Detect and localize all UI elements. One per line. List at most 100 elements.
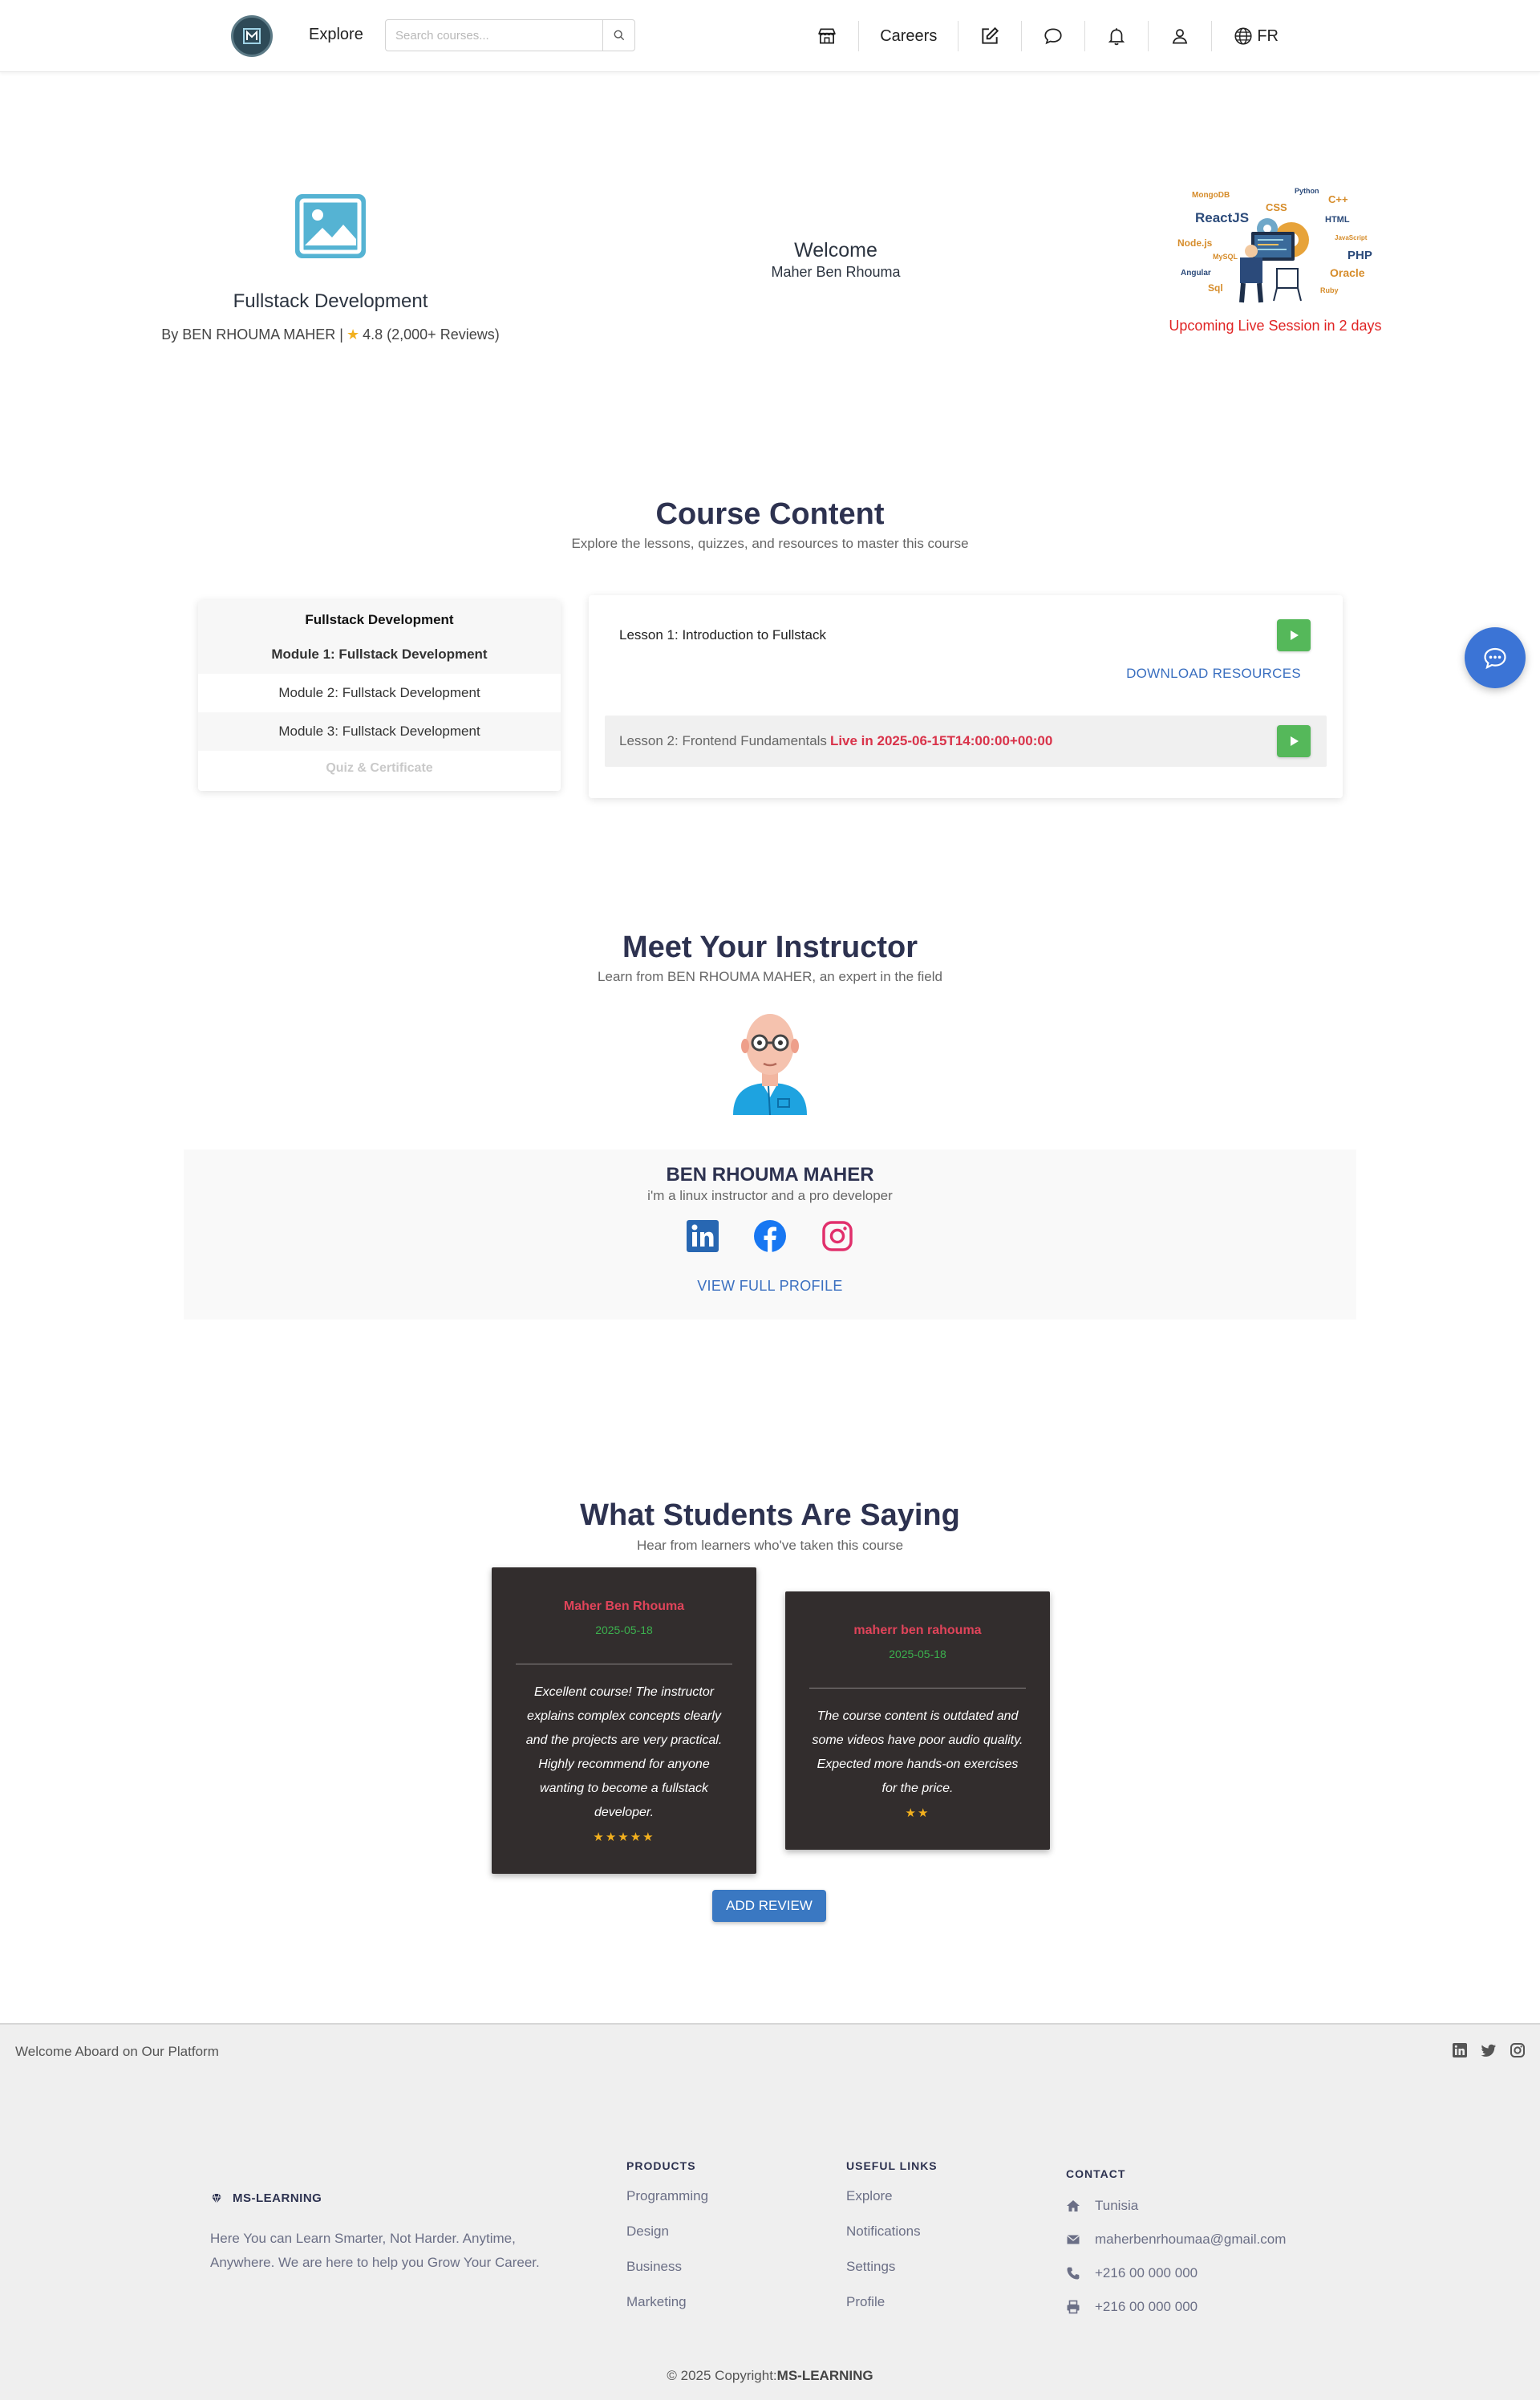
course-author: By BEN RHOUMA MAHER | bbox=[161, 326, 343, 343]
search-icon bbox=[614, 30, 624, 41]
search-button[interactable] bbox=[602, 20, 634, 51]
footer-social-links bbox=[1452, 2042, 1526, 2058]
review-text: The course content is outdated and some … bbox=[812, 1709, 1023, 1795]
contact-email-text: maherbenrhoumaa@gmail.com bbox=[1095, 2232, 1287, 2247]
envelope-icon bbox=[1067, 2235, 1080, 2244]
search-input[interactable] bbox=[386, 20, 602, 51]
lesson-2-name: Lesson 2: Frontend Fundamentals bbox=[619, 733, 827, 748]
course-content-title: Course Content bbox=[655, 497, 885, 531]
nav-profile-button[interactable] bbox=[1148, 21, 1211, 51]
modules-header: Fullstack Development bbox=[198, 600, 561, 635]
footer-link-explore[interactable]: Explore bbox=[846, 2188, 938, 2204]
printer-icon bbox=[1067, 2300, 1080, 2314]
play-icon bbox=[1291, 736, 1299, 746]
download-resources-link[interactable]: DOWNLOAD RESOURCES bbox=[1126, 666, 1301, 682]
useful-links-heading: USEFUL LINKS bbox=[846, 2159, 938, 2172]
reviewer-name: maherr ben rahouma bbox=[853, 1624, 982, 1637]
lesson-1-play-button[interactable] bbox=[1277, 619, 1311, 651]
welcome-title: Welcome bbox=[794, 239, 877, 261]
tech-word: JavaScript bbox=[1335, 234, 1368, 241]
module-item-1[interactable]: Module 1: Fullstack Development bbox=[198, 635, 561, 674]
tech-word: ReactJS bbox=[1195, 210, 1249, 225]
lessons-panel: Lesson 1: Introduction to Fullstack DOWN… bbox=[589, 595, 1343, 798]
nav-store-button[interactable] bbox=[796, 21, 858, 51]
review-date: 2025-05-18 bbox=[595, 1624, 653, 1636]
contact-fax-text: +216 00 000 000 bbox=[1095, 2299, 1198, 2314]
contact-phone[interactable]: +216 00 000 000 bbox=[1066, 2265, 1286, 2281]
tech-word: Oracle bbox=[1330, 266, 1365, 279]
tech-word: Sql bbox=[1208, 282, 1223, 294]
course-byline: By BEN RHOUMA MAHER | ★ 4.8 (2,000+ Review… bbox=[0, 326, 661, 343]
course-rating: 4.8 (2,000+ Reviews) bbox=[363, 326, 500, 343]
tech-word: Node.js bbox=[1177, 237, 1213, 249]
nav-language-button[interactable]: FR bbox=[1211, 21, 1299, 51]
nav-explore-link[interactable]: Explore bbox=[309, 26, 363, 44]
footer-link-design[interactable]: Design bbox=[626, 2224, 708, 2240]
add-review-button[interactable]: ADD REVIEW bbox=[712, 1890, 826, 1922]
instructor-section-title: Meet Your Instructor bbox=[622, 930, 918, 964]
review-text: Excellent course! The instructor explain… bbox=[525, 1685, 723, 1819]
linkedin-icon[interactable] bbox=[687, 1220, 719, 1252]
lesson-2-play-button[interactable] bbox=[1277, 725, 1311, 757]
nav-notifications-button[interactable] bbox=[1084, 21, 1148, 51]
chat-icon bbox=[1044, 28, 1062, 45]
review-stars: ★★ bbox=[905, 1806, 930, 1820]
linkedin-icon[interactable] bbox=[1452, 2042, 1468, 2058]
upcoming-session-notice: Upcoming Live Session in 2 days bbox=[1169, 318, 1382, 334]
tech-word: C++ bbox=[1328, 193, 1348, 205]
instructor-section-subtitle: Learn from BEN RHOUMA MAHER, an expert i… bbox=[598, 969, 942, 984]
nav-edit-button[interactable] bbox=[958, 21, 1021, 51]
footer-link-marketing[interactable]: Marketing bbox=[626, 2294, 708, 2310]
module-item-2[interactable]: Module 2: Fullstack Development bbox=[198, 674, 561, 712]
twitter-icon[interactable] bbox=[1481, 2042, 1497, 2058]
logo-icon bbox=[243, 28, 261, 44]
footer-welcome-text: Welcome Aboard on Our Platform bbox=[15, 2044, 219, 2059]
tech-word: Ruby bbox=[1320, 286, 1339, 294]
instagram-icon[interactable] bbox=[1510, 2042, 1526, 2058]
instructor-name: BEN RHOUMA MAHER bbox=[666, 1164, 874, 1186]
reviews-section-subtitle: Hear from learners who've taken this cou… bbox=[636, 1538, 904, 1553]
brand-name: MS-LEARNING bbox=[233, 2191, 322, 2205]
lesson-2-live-status: Live in 2025-06-15T14:00:00+00:00 bbox=[829, 733, 1053, 748]
products-heading: PRODUCTS bbox=[626, 2159, 696, 2172]
instructor-avatar bbox=[733, 1014, 807, 1115]
search-box bbox=[385, 19, 635, 51]
instagram-icon[interactable] bbox=[821, 1220, 853, 1252]
lesson-2-title[interactable]: Lesson 2: Frontend Fundamentals Live in 2… bbox=[619, 733, 1052, 749]
contact-heading: CONTACT bbox=[1066, 2167, 1126, 2180]
welcome-block: Welcome Maher Ben Rhouma bbox=[675, 239, 996, 281]
footer-link-notifications[interactable]: Notifications bbox=[846, 2224, 938, 2240]
view-full-profile-link[interactable]: VIEW FULL PROFILE bbox=[184, 1278, 1356, 1295]
lesson-1-title[interactable]: Lesson 1: Introduction to Fullstack bbox=[619, 627, 826, 643]
footer-link-settings[interactable]: Settings bbox=[846, 2259, 938, 2275]
navbar: Explore Careers bbox=[0, 0, 1540, 72]
logo[interactable] bbox=[231, 15, 273, 57]
quiz-certificate-item: Quiz & Certificate bbox=[326, 761, 433, 775]
course-title: Fullstack Development bbox=[233, 290, 428, 312]
lesson-2-row: Lesson 2: Frontend Fundamentals Live in 2… bbox=[605, 716, 1327, 767]
facebook-icon[interactable] bbox=[754, 1220, 786, 1252]
chat-fab-button[interactable] bbox=[1465, 627, 1526, 688]
instructor-card: BEN RHOUMA MAHER i'm a linux instructor … bbox=[184, 1149, 1356, 1320]
nav-careers-link[interactable]: Careers bbox=[858, 21, 958, 51]
footer-link-business[interactable]: Business bbox=[626, 2259, 708, 2275]
review-divider bbox=[809, 1688, 1026, 1689]
footer-brand: MS-LEARNING bbox=[210, 2191, 322, 2205]
tech-word: HTML bbox=[1325, 215, 1350, 225]
module-item-3[interactable]: Module 3: Fullstack Development bbox=[198, 712, 561, 751]
review-card: maherr ben rahouma 2025-05-18 The course… bbox=[785, 1591, 1050, 1850]
bell-icon bbox=[1108, 28, 1125, 46]
footer-link-programming[interactable]: Programming bbox=[626, 2188, 708, 2204]
contact-fax[interactable]: +216 00 000 000 bbox=[1066, 2299, 1286, 2315]
contact-email[interactable]: maherbenrhoumaa@gmail.com bbox=[1066, 2232, 1286, 2248]
nav-chat-button[interactable] bbox=[1021, 21, 1084, 51]
globe-icon bbox=[1234, 27, 1252, 45]
tech-word: MySQL bbox=[1213, 253, 1238, 261]
copyright-brand: MS-LEARNING bbox=[776, 2368, 873, 2383]
user-icon bbox=[1173, 29, 1188, 44]
review-date: 2025-05-18 bbox=[889, 1648, 946, 1660]
footer-link-profile[interactable]: Profile bbox=[846, 2294, 938, 2310]
footer-products-column: PRODUCTS Programming Design Business Mar… bbox=[626, 2159, 708, 2310]
star-icon: ★ bbox=[346, 326, 360, 343]
instructor-bio: i'm a linux instructor and a pro develop… bbox=[647, 1188, 893, 1203]
